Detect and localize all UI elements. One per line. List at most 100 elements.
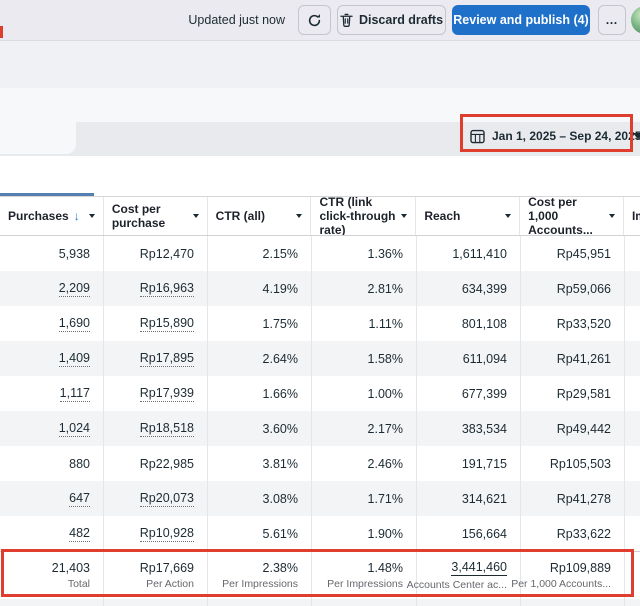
cell-value: Rp41,261 (556, 351, 611, 366)
table-cell: Rp15,890 (104, 306, 208, 341)
table-cell: Rp41,261 (521, 341, 625, 376)
table-cell: Rp10,928 (104, 516, 208, 551)
column-header-ctr-all[interactable]: CTR (all) (208, 197, 312, 235)
table-row: 5,938 Rp12,470 2.15% 1.36% 1,611,410 Rp45,951 (0, 236, 640, 271)
cell-value: 156,664 (461, 526, 507, 541)
total-cell (625, 552, 640, 599)
table-row: 647 Rp20,073 3.08% 1.71% 314,621 Rp41,278 (0, 481, 640, 516)
table-cell: 2.17% (312, 411, 417, 446)
cell-value[interactable]: Rp15,890 (139, 316, 194, 332)
cell-value: 1.11% (368, 316, 403, 331)
total-sublabel: Per Impressions (327, 578, 403, 590)
table-row: 482 Rp10,928 5.61% 1.90% 156,664 Rp33,622 (0, 516, 640, 551)
column-header-cost-per-1-000-accounts[interactable]: Cost per 1,000 Accounts... (520, 197, 624, 235)
table-cell (625, 516, 640, 551)
views-bar: ee more Create a view (0, 40, 640, 120)
column-header-ctr-link-click-through-rate[interactable]: CTR (link click-through rate) (311, 197, 417, 235)
cell-value: 1.36% (367, 246, 403, 261)
column-header-label: Reach (424, 209, 461, 223)
active-tab[interactable] (0, 122, 76, 154)
cell-value[interactable]: Rp17,895 (139, 351, 194, 367)
table-cell: Rp33,622 (521, 516, 625, 551)
discard-drafts-button[interactable]: Discard drafts (337, 5, 446, 35)
cell-value: 1.75% (262, 316, 298, 331)
table-header: Purchases ↓ Cost per purchase CTR (all) CTR … (0, 196, 640, 236)
cell-value[interactable]: Rp16,963 (139, 281, 194, 297)
cell-value: 1.00% (367, 386, 403, 401)
table-cell: Rp49,442 (521, 411, 625, 446)
cell-value[interactable]: 1,690 (58, 316, 90, 332)
table-cell: 2.81% (312, 271, 417, 306)
total-value: 2.38% (262, 561, 298, 575)
table-cell: 482 (0, 516, 104, 551)
date-range-label: Jan 1, 2025 – Sep 24, 2025 (492, 129, 640, 143)
table-row: 1,024 Rp18,518 3.60% 2.17% 383,534 Rp49,442 (0, 411, 640, 446)
cell-value[interactable]: Rp17,939 (139, 386, 194, 402)
table-cell: 1.00% (312, 376, 417, 411)
total-sublabel: Per Impressions (222, 578, 298, 590)
cell-value: Rp49,442 (556, 421, 611, 436)
cell-value[interactable]: 647 (69, 491, 90, 507)
cell-value: 3.08% (262, 491, 298, 506)
table-cell (625, 376, 640, 411)
top-action-bar: Updated just now Discard drafts Review a… (0, 0, 640, 40)
total-cell: 3,441,460 Accounts Center ac... (407, 552, 521, 599)
table-toolbar: Columns: View1 Breakdown Reports Export (0, 156, 640, 347)
sort-descending-icon: ↓ (73, 209, 80, 223)
table-cell: 1,690 (0, 306, 104, 341)
date-range-picker[interactable]: Jan 1, 2025 – Sep 24, 2025 (470, 121, 640, 151)
cell-value: 2.15% (262, 246, 298, 261)
next-row-cell (208, 599, 312, 606)
cell-value: Rp33,622 (556, 526, 611, 541)
cell-value: 5.61% (262, 526, 298, 541)
table-cell: 1,024 (0, 411, 104, 446)
refresh-icon (307, 13, 322, 28)
cell-value[interactable]: Rp20,073 (139, 491, 194, 507)
table-total-row: 21,403 Total Rp17,669 Per Action 2.38% Per Im… (0, 551, 640, 599)
cell-value[interactable]: 1,024 (58, 421, 90, 437)
table-cell: 880 (0, 446, 104, 481)
chevron-down-icon (401, 214, 408, 218)
table-cell: 634,399 (417, 271, 521, 306)
total-cell: Rp17,669 Per Action (104, 552, 208, 599)
cell-value: 5,938 (58, 246, 90, 261)
table-cell: Rp59,066 (521, 271, 625, 306)
cell-value[interactable]: Rp18,518 (139, 421, 194, 437)
total-value[interactable]: 3,441,460 (451, 560, 507, 576)
column-header-im[interactable]: Im (624, 197, 640, 235)
table-cell: 611,094 (417, 341, 521, 376)
cell-value[interactable]: 482 (69, 526, 90, 542)
cell-value: 383,534 (461, 421, 507, 436)
cell-value[interactable]: 1,409 (58, 351, 90, 367)
total-value: 1.48% (367, 561, 403, 575)
cell-value[interactable]: Rp10,928 (139, 526, 194, 542)
table-cell: 2.46% (312, 446, 417, 481)
table-cell: 5,938 (0, 236, 104, 271)
cell-value: 3.81% (262, 456, 298, 471)
table-row: 2,209 Rp16,963 4.19% 2.81% 634,399 Rp59,066 (0, 271, 640, 306)
cell-value: 1.90% (367, 526, 403, 541)
chevron-down-icon[interactable] (633, 133, 640, 139)
cell-value: 611,094 (462, 351, 507, 366)
column-header-purchases[interactable]: Purchases ↓ (0, 197, 104, 235)
table-cell: Rp33,520 (521, 306, 625, 341)
more-options-button[interactable]: … (598, 5, 626, 35)
chevron-down-icon (192, 214, 199, 218)
review-and-publish-button[interactable]: Review and publish (4) (452, 5, 590, 35)
table-cell: 2.64% (208, 341, 312, 376)
column-header-reach[interactable]: Reach (416, 197, 521, 235)
cell-value[interactable]: 2,209 (58, 281, 90, 297)
column-header-cost-per-purchase[interactable]: Cost per purchase (104, 197, 208, 235)
total-value: Rp109,889 (549, 561, 611, 575)
table-cell: 3.81% (208, 446, 312, 481)
table-cell: Rp41,278 (521, 481, 625, 516)
cell-value[interactable]: 1,117 (59, 386, 90, 402)
profile-avatar[interactable] (631, 6, 640, 34)
annotation-fragment (0, 26, 3, 38)
review-and-publish-label: Review and publish (4) (453, 13, 589, 27)
table-cell: 1.71% (312, 481, 417, 516)
table-cell: Rp17,895 (104, 341, 208, 376)
table-cell (625, 236, 640, 271)
refresh-button[interactable] (298, 5, 331, 35)
table-cell: 1.75% (208, 306, 312, 341)
